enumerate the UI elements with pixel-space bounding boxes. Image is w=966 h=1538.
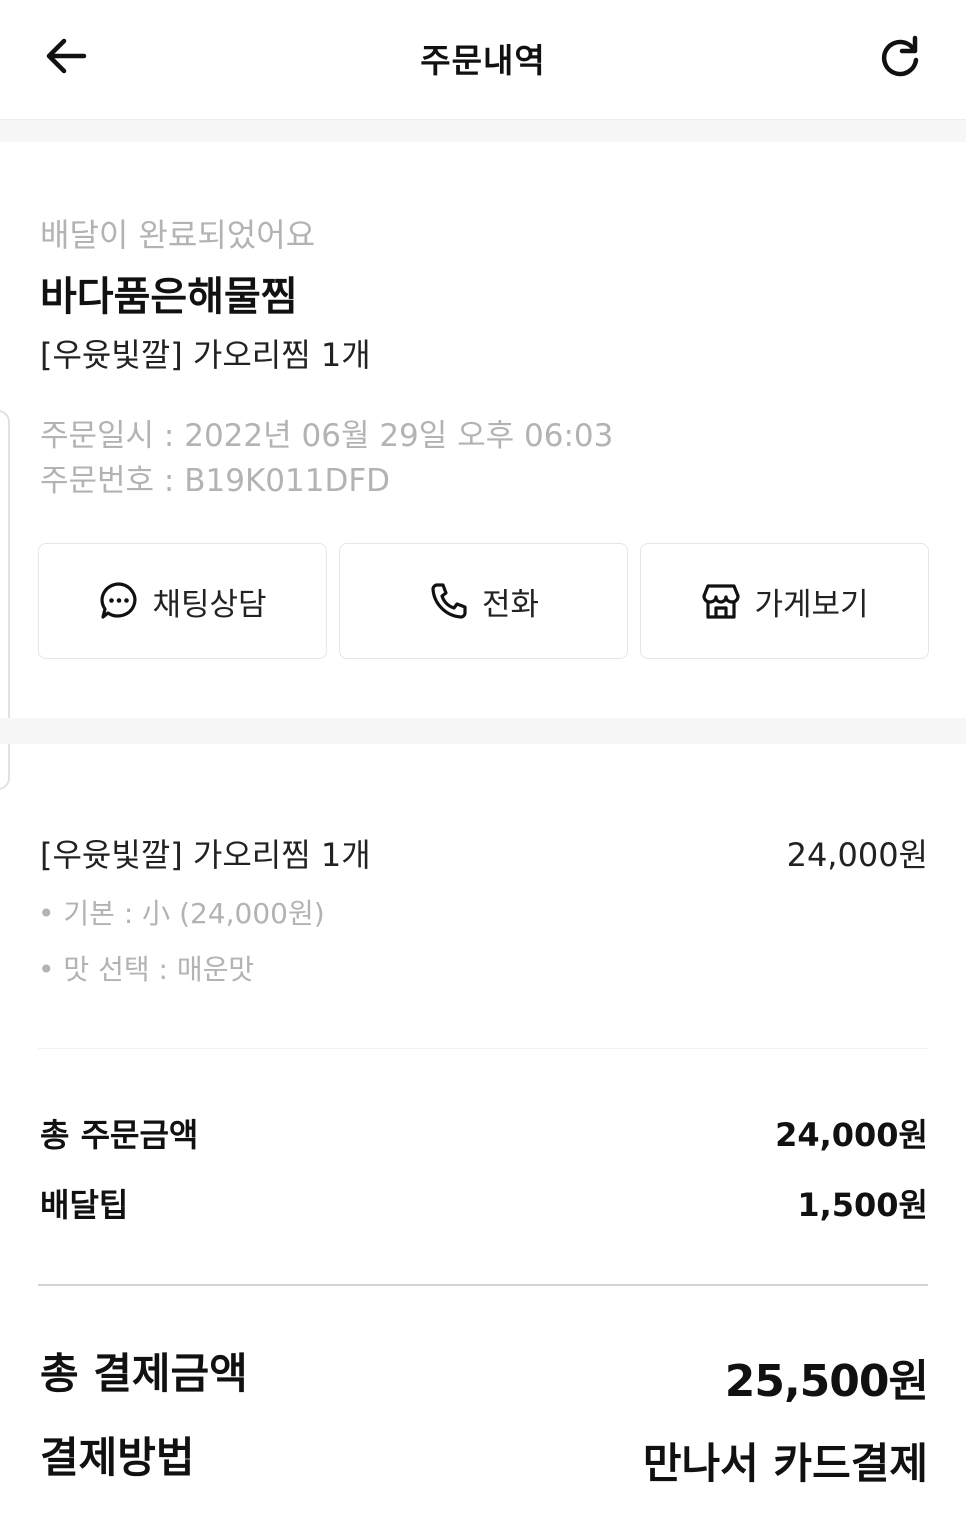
order-total-value: 24,000원 — [775, 1116, 928, 1154]
chat-support-button[interactable]: 채팅상담 — [38, 543, 327, 659]
refresh-icon — [881, 35, 919, 77]
section-separator — [0, 718, 966, 744]
order-item-name: [우윳빛깔] 가오리찜 1개 — [40, 836, 371, 874]
order-item-option: • 맛 선택 : 매운맛 — [38, 953, 255, 986]
chat-bubble-icon — [100, 582, 137, 619]
store-name: 바다품은해물찜 — [40, 274, 298, 320]
delivery-status: 배달이 완료되었어요 — [40, 216, 316, 254]
call-button[interactable]: 전화 — [339, 543, 628, 659]
payment-total-label: 총 결제금액 — [40, 1349, 248, 1398]
order-number: 주문번호 : B19K011DFD — [40, 463, 391, 499]
section-separator — [0, 120, 966, 142]
order-item-price: 24,000원 — [786, 836, 928, 874]
menu-summary: [우윳빛깔] 가오리찜 1개 — [40, 336, 371, 374]
app-header: 주문내역 — [0, 0, 966, 120]
page-title: 주문내역 — [420, 41, 546, 80]
order-total-label: 총 주문금액 — [40, 1116, 199, 1154]
chat-support-label: 채팅상담 — [152, 586, 267, 623]
order-date: 주문일시 : 2022년 06월 29일 오후 06:03 — [40, 418, 614, 454]
view-store-label: 가게보기 — [754, 586, 869, 623]
item-divider — [38, 1048, 928, 1049]
phone-icon — [431, 583, 467, 619]
call-label: 전화 — [481, 586, 540, 623]
summary-divider — [38, 1284, 928, 1286]
payment-total-value: 25,500원 — [724, 1356, 929, 1407]
store-icon — [702, 584, 741, 619]
refresh-button[interactable] — [874, 30, 926, 82]
payment-method-value: 만나서 카드결제 — [642, 1439, 928, 1488]
view-store-button[interactable]: 가게보기 — [640, 543, 929, 659]
delivery-tip-value: 1,500원 — [797, 1186, 928, 1224]
order-item-option: • 기본 : 小 (24,000원) — [38, 897, 325, 930]
delivery-tip-label: 배달팁 — [40, 1186, 129, 1224]
payment-method-label: 결제방법 — [40, 1433, 195, 1482]
